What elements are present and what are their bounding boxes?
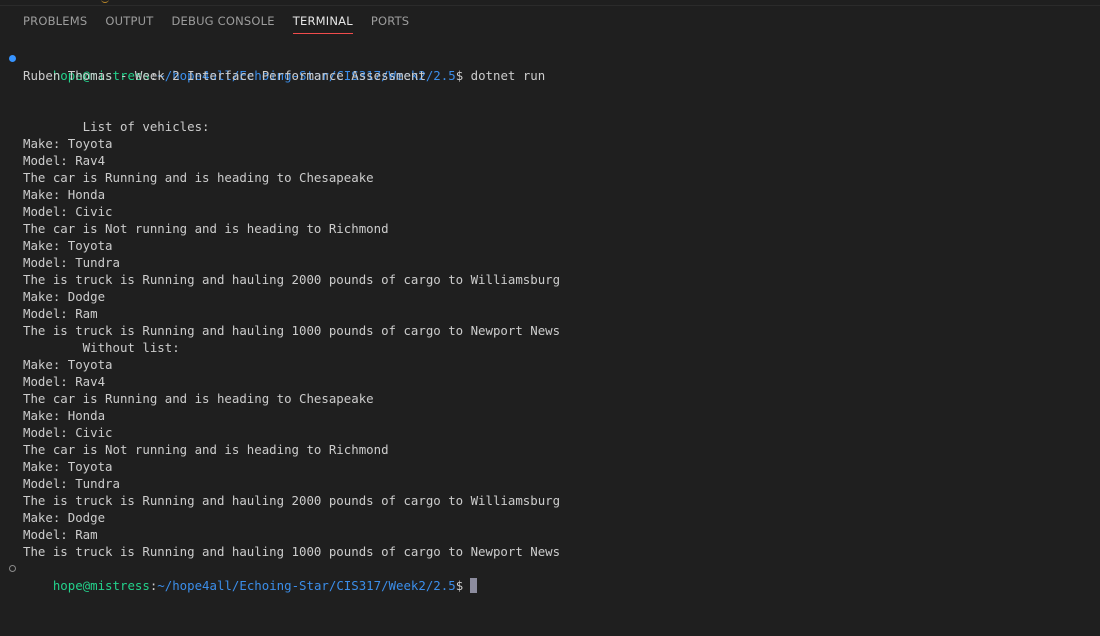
output-line: The car is Not running and is heading to… xyxy=(23,442,389,457)
terminal-cursor[interactable] xyxy=(470,578,478,593)
output-line: Make: Dodge xyxy=(23,510,106,525)
output-line: Make: Dodge xyxy=(23,289,106,304)
output-line: Make: Honda xyxy=(23,187,106,202)
output-line: Model: Rav4 xyxy=(23,374,106,389)
output-line: Model: Tundra xyxy=(23,476,120,491)
output-line: Ruben Thomas - Week 2 Interface Performa… xyxy=(23,68,426,83)
output-line: The is truck is Running and hauling 2000… xyxy=(23,272,561,287)
output-line: Make: Toyota xyxy=(23,459,113,474)
output-line: The car is Running and is heading to Che… xyxy=(23,391,374,406)
tab-output[interactable]: OUTPUT xyxy=(96,6,162,36)
output-line: List of vehicles: xyxy=(23,119,210,134)
output-line: Make: Toyota xyxy=(23,136,113,151)
panel-tab-bar: PROBLEMS OUTPUT DEBUG CONSOLE TERMINAL P… xyxy=(14,6,418,36)
terminal-area[interactable]: hope@mistress:~/hope4all/Echoing-Star/CI… xyxy=(0,50,1100,636)
tab-debug-console[interactable]: DEBUG CONSOLE xyxy=(162,6,283,36)
output-line: Model: Ram xyxy=(23,306,98,321)
output-line: The is truck is Running and hauling 2000… xyxy=(23,493,561,508)
output-line: The car is Running and is heading to Che… xyxy=(23,170,374,185)
prompt-symbol: $ xyxy=(455,578,464,593)
prompt-path: ~/hope4all/Echoing-Star/CIS317/Week2/2.5 xyxy=(157,578,456,593)
tab-terminal[interactable]: TERMINAL xyxy=(284,6,362,36)
output-line: Model: Civic xyxy=(23,425,113,440)
command-pending-decoration-icon[interactable] xyxy=(9,565,16,572)
output-line: The car is Not running and is heading to… xyxy=(23,221,389,236)
tab-ports[interactable]: PORTS xyxy=(362,6,418,36)
output-line: The is truck is Running and hauling 1000… xyxy=(23,544,561,559)
command-success-decoration-icon[interactable] xyxy=(9,55,16,62)
output-line: Make: Toyota xyxy=(23,238,113,253)
output-line: Model: Civic xyxy=(23,204,113,219)
prompt-user-host: hope@mistress xyxy=(52,578,150,593)
editor-edge-fragment xyxy=(101,0,109,3)
output-line: Model: Rav4 xyxy=(23,153,106,168)
output-line: The is truck is Running and hauling 1000… xyxy=(23,323,561,338)
tab-problems[interactable]: PROBLEMS xyxy=(14,6,96,36)
output-line: Make: Toyota xyxy=(23,357,113,372)
output-line: Model: Tundra xyxy=(23,255,120,270)
output-line: Model: Ram xyxy=(23,527,98,542)
output-line: Without list: xyxy=(23,340,180,355)
prompt-line-current: hope@mistress:~/hope4all/Echoing-Star/CI… xyxy=(0,560,1100,593)
prompt-line-command: hope@mistress:~/hope4all/Echoing-Star/CI… xyxy=(0,50,1100,83)
output-line: Make: Honda xyxy=(23,408,106,423)
